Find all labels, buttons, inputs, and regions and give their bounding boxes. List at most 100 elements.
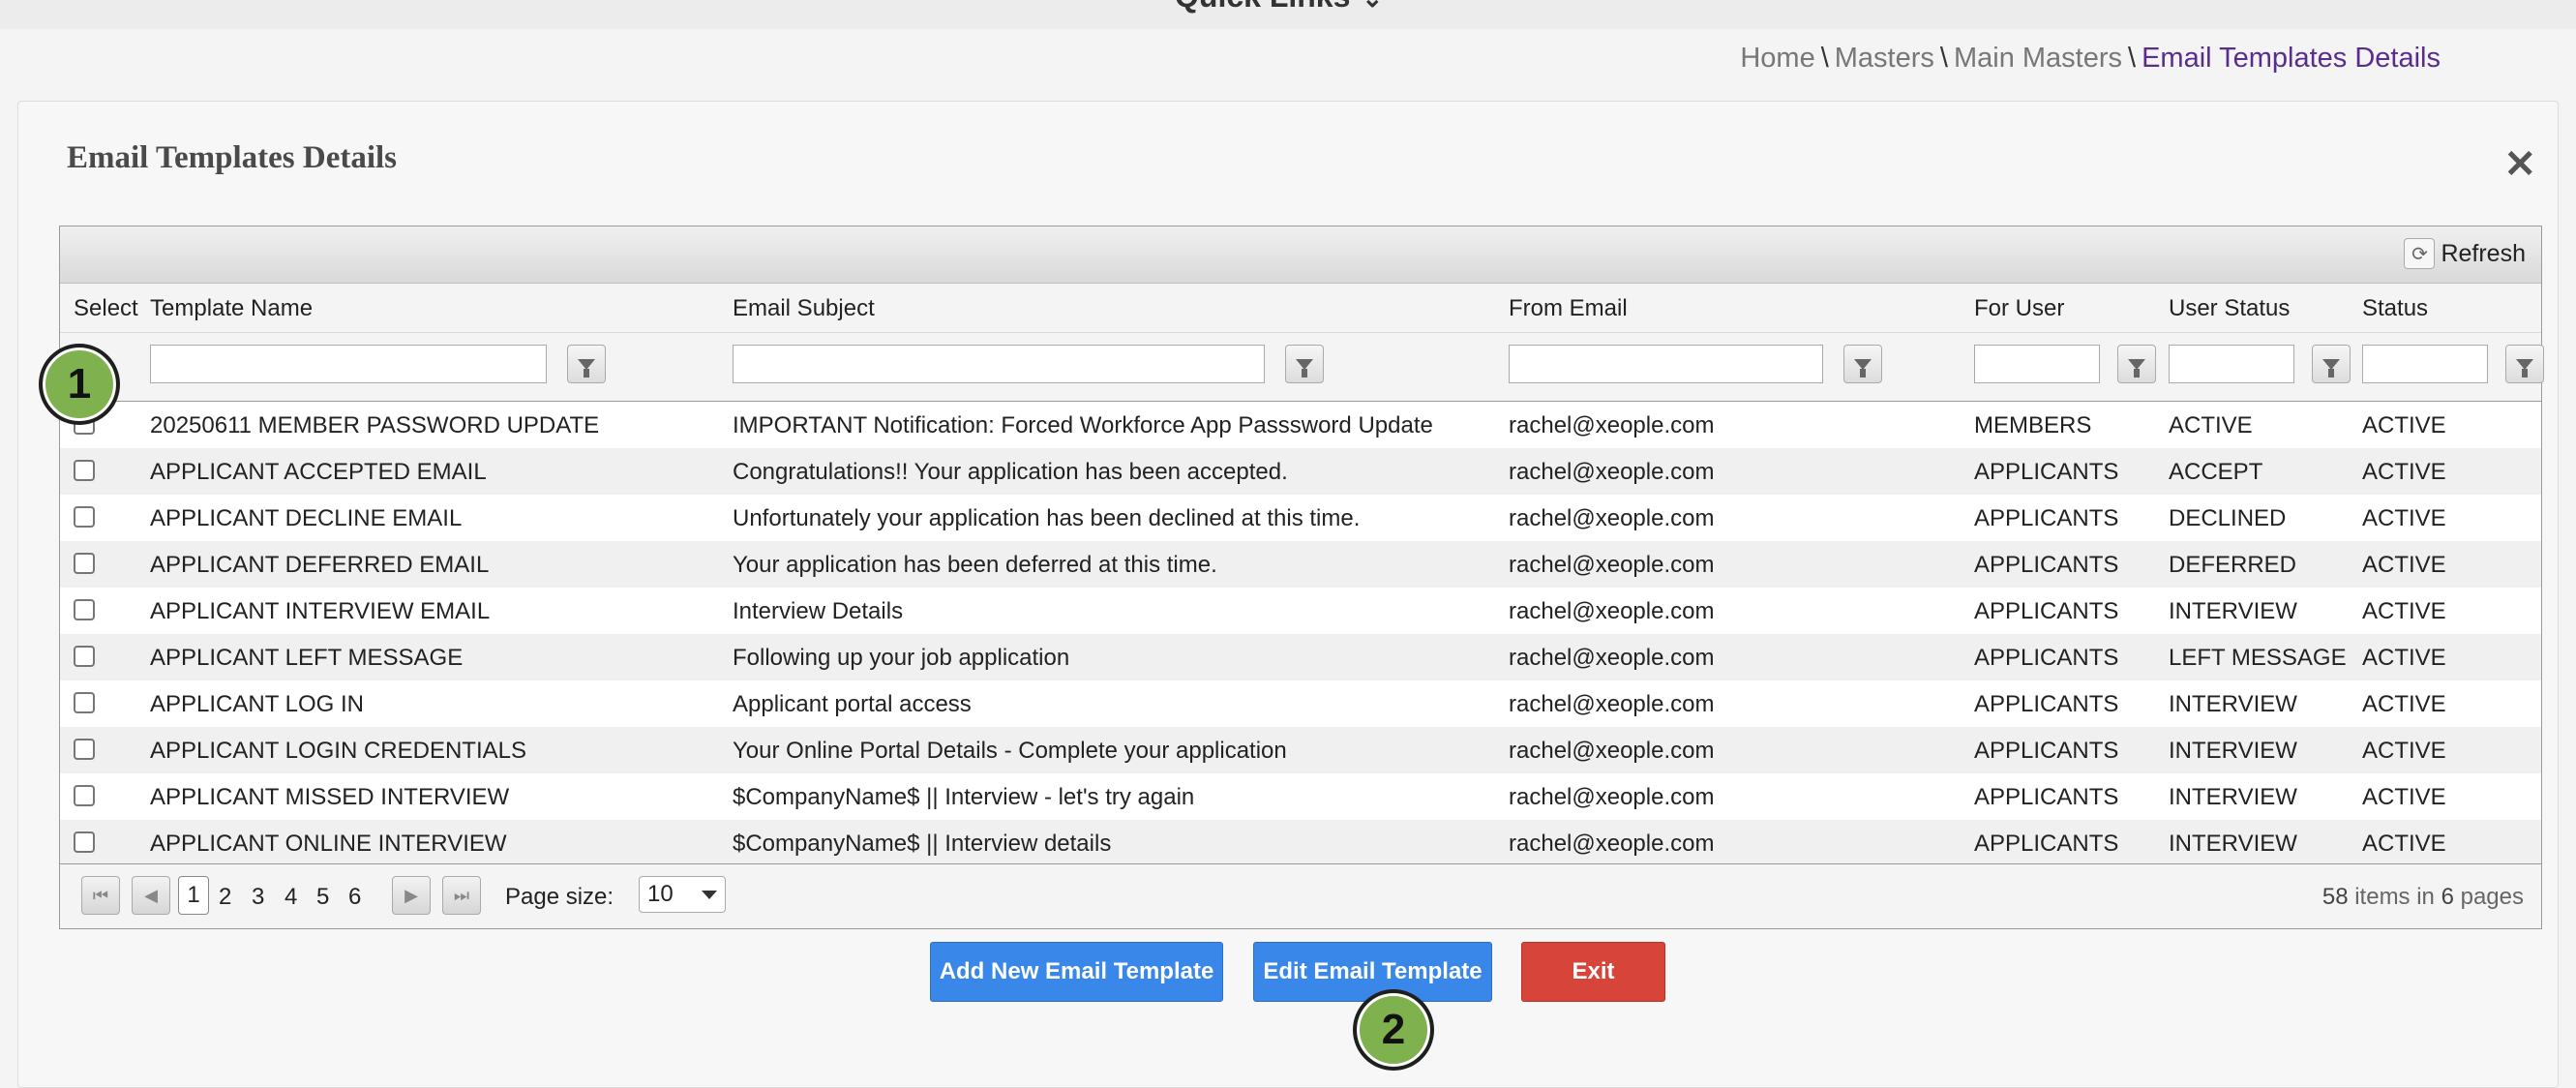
row-select-checkbox[interactable] [74, 460, 95, 481]
row-select-checkbox[interactable] [74, 831, 95, 853]
cell-for-user: APPLICANTS [1974, 831, 2119, 857]
top-bar: Quick Links ⌄ [0, 0, 2576, 29]
cell-email-subject: $CompanyName$ || Interview details [733, 831, 1112, 857]
cell-user-status: LEFT MESSAGE [2169, 645, 2347, 671]
column-header-from-email[interactable]: From Email [1509, 295, 1628, 322]
table-row[interactable]: APPLICANT LEFT MESSAGE Following up your … [60, 634, 2541, 680]
breadcrumb-main-masters[interactable]: Main Masters [1954, 43, 2122, 74]
status-filter-input[interactable] [2362, 345, 2488, 383]
column-header-for-user[interactable]: For User [1974, 295, 2064, 322]
row-select-checkbox[interactable] [74, 739, 95, 760]
cell-email-subject: Congratulations!! Your application has b… [733, 459, 1288, 485]
cell-email-subject: Interview Details [733, 598, 904, 624]
table-row[interactable]: APPLICANT DECLINE EMAIL Unfortunately you… [60, 495, 2541, 541]
refresh-icon: ⟳ [2404, 238, 2436, 269]
cell-email-subject: Following up your job application [733, 645, 1070, 671]
cell-status: ACTIVE [2362, 459, 2446, 485]
filter-icon[interactable] [2312, 345, 2351, 383]
column-header-email-subject[interactable]: Email Subject [733, 295, 875, 322]
table-row[interactable]: APPLICANT ACCEPTED EMAIL Congratulations!… [60, 448, 2541, 495]
cell-template-name: APPLICANT DEFERRED EMAIL [150, 552, 490, 578]
column-header-user-status[interactable]: User Status [2169, 295, 2290, 322]
cell-status: ACTIVE [2362, 552, 2446, 578]
row-select-checkbox[interactable] [74, 506, 95, 528]
filter-icon[interactable] [1285, 345, 1324, 383]
cell-status: ACTIVE [2362, 412, 2446, 438]
cell-status: ACTIVE [2362, 784, 2446, 810]
page-number-current[interactable]: 1 [178, 876, 209, 915]
email-subject-filter-input[interactable] [733, 345, 1265, 383]
cell-for-user: APPLICANTS [1974, 598, 2119, 624]
table-row[interactable]: 20250611 MEMBER PASSWORD UPDATE IMPORTANT… [60, 402, 2541, 448]
cell-for-user: APPLICANTS [1974, 784, 2119, 810]
breadcrumb-separator: \ [1820, 43, 1829, 74]
breadcrumb-home[interactable]: Home [1740, 43, 1814, 74]
table-row[interactable]: APPLICANT MISSED INTERVIEW $CompanyName$ … [60, 773, 2541, 820]
cell-status: ACTIVE [2362, 738, 2446, 764]
column-header-template-name[interactable]: Template Name [150, 295, 313, 322]
column-header-status[interactable]: Status [2362, 295, 2428, 322]
row-select-checkbox[interactable] [74, 646, 95, 667]
table-row[interactable]: APPLICANT LOGIN CREDENTIALS Your Online P… [60, 727, 2541, 773]
chevron-down-icon [702, 891, 717, 899]
cell-email-subject: IMPORTANT Notification: Forced Workforce… [733, 412, 1433, 438]
row-select-checkbox[interactable] [74, 599, 95, 620]
page-number[interactable]: 3 [252, 884, 264, 911]
table-row[interactable]: APPLICANT LOG IN Applicant portal access r… [60, 680, 2541, 727]
page-number[interactable]: 4 [285, 884, 297, 911]
row-select-checkbox[interactable] [74, 553, 95, 574]
template-name-filter-input[interactable] [150, 345, 547, 383]
cell-status: ACTIVE [2362, 505, 2446, 531]
quick-links-toggle[interactable]: Quick Links ⌄ [1175, 0, 1383, 15]
cell-template-name: APPLICANT LOGIN CREDENTIALS [150, 738, 526, 764]
page-number[interactable]: 6 [348, 884, 361, 911]
items-in-label: items in [2354, 884, 2435, 910]
for-user-filter-input[interactable] [1974, 345, 2100, 383]
edit-template-button[interactable]: Edit Email Template [1253, 942, 1492, 1002]
last-page-icon[interactable]: ⏭ [442, 876, 481, 915]
user-status-filter-input[interactable] [2169, 345, 2294, 383]
cell-template-name: APPLICANT ONLINE INTERVIEW [150, 831, 507, 857]
cell-template-name: APPLICANT LOG IN [150, 691, 364, 717]
table-row[interactable]: APPLICANT INTERVIEW EMAIL Interview Detai… [60, 588, 2541, 634]
grid-rows: 20250611 MEMBER PASSWORD UPDATE IMPORTANT… [60, 402, 2541, 866]
cell-for-user: APPLICANTS [1974, 552, 2119, 578]
from-email-filter-input[interactable] [1509, 345, 1823, 383]
prev-page-icon[interactable]: ◀ [132, 876, 170, 915]
cell-email-subject: Applicant portal access [733, 691, 972, 717]
exit-button[interactable]: Exit [1521, 942, 1665, 1002]
cell-for-user: APPLICANTS [1974, 738, 2119, 764]
page-number[interactable]: 2 [219, 884, 231, 911]
cell-from-email: rachel@xeople.com [1509, 505, 1715, 531]
step-marker-1: 1 [39, 344, 120, 425]
add-new-template-button[interactable]: Add New Email Template [930, 942, 1223, 1002]
filter-icon[interactable] [2505, 345, 2544, 383]
next-page-icon[interactable]: ▶ [392, 876, 431, 915]
filter-icon[interactable] [567, 345, 606, 383]
filter-icon[interactable] [1843, 345, 1882, 383]
cell-user-status: INTERVIEW [2169, 691, 2297, 717]
page-size-value: 10 [647, 881, 674, 907]
grid-pager: ⏮ ◀ 1 2 3 4 5 6 ▶ ⏭ Page size: 10 58 ite… [60, 863, 2541, 928]
row-select-checkbox[interactable] [74, 692, 95, 713]
pager-info: 58 items in 6 pages [2322, 884, 2524, 911]
cell-from-email: rachel@xeople.com [1509, 784, 1715, 810]
close-icon[interactable]: ✕ [2503, 142, 2536, 187]
cell-email-subject: $CompanyName$ || Interview - let's try a… [733, 784, 1195, 810]
filter-icon[interactable] [2117, 345, 2156, 383]
table-row[interactable]: APPLICANT DEFERRED EMAIL Your application… [60, 541, 2541, 588]
cell-user-status: INTERVIEW [2169, 831, 2297, 857]
row-select-checkbox[interactable] [74, 785, 95, 806]
page-size-select[interactable]: 10 [639, 876, 726, 913]
refresh-button[interactable]: ⟳ Refresh [2404, 238, 2526, 269]
first-page-icon[interactable]: ⏮ [81, 876, 120, 915]
breadcrumb-masters[interactable]: Masters [1835, 43, 1934, 74]
cell-user-status: ACTIVE [2169, 412, 2253, 438]
page-number[interactable]: 5 [316, 884, 329, 911]
cell-user-status: INTERVIEW [2169, 784, 2297, 810]
table-row[interactable]: APPLICANT ONLINE INTERVIEW $CompanyName$ … [60, 820, 2541, 866]
total-items: 58 [2321, 884, 2349, 910]
cell-template-name: APPLICANT LEFT MESSAGE [150, 645, 464, 671]
cell-for-user: MEMBERS [1974, 412, 2092, 438]
cell-for-user: APPLICANTS [1974, 505, 2119, 531]
